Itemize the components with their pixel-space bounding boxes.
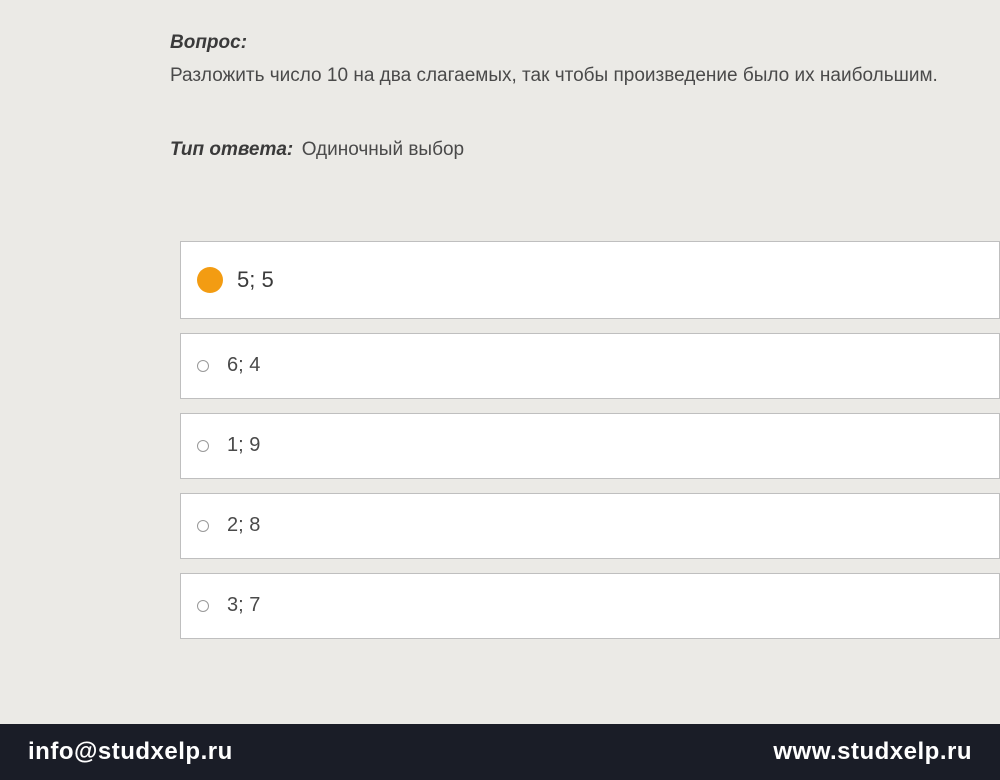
option-text: 2; 8	[227, 514, 260, 537]
radio-unselected-icon	[197, 440, 209, 452]
answer-type-section: Тип ответа: Одиночный выбор	[0, 91, 1000, 161]
option-row-4[interactable]: 3; 7	[180, 573, 1000, 639]
question-text: Разложить число 10 на два слагаемых, так…	[170, 62, 1000, 91]
answer-type-value: Одиночный выбор	[302, 139, 464, 160]
content-area: Вопрос: Разложить число 10 на два слагае…	[0, 0, 1000, 730]
radio-unselected-icon	[197, 360, 209, 372]
options-container: 5; 5 6; 4 1; 9 2; 8 3; 7	[0, 241, 1000, 639]
option-text: 5; 5	[237, 267, 274, 293]
radio-unselected-icon	[197, 520, 209, 532]
footer-url: www.studxelp.ru	[773, 738, 972, 766]
option-text: 6; 4	[227, 354, 260, 377]
option-text: 3; 7	[227, 594, 260, 617]
option-text: 1; 9	[227, 434, 260, 457]
option-row-2[interactable]: 1; 9	[180, 413, 1000, 479]
footer-bar: info@studxelp.ru www.studxelp.ru	[0, 724, 1000, 780]
question-label: Вопрос:	[170, 32, 1000, 54]
radio-selected-icon	[197, 267, 223, 293]
radio-unselected-icon	[197, 600, 209, 612]
option-row-1[interactable]: 6; 4	[180, 333, 1000, 399]
answer-type-label: Тип ответа:	[170, 139, 293, 160]
footer-email: info@studxelp.ru	[28, 738, 233, 766]
option-row-3[interactable]: 2; 8	[180, 493, 1000, 559]
option-row-0[interactable]: 5; 5	[180, 241, 1000, 319]
question-section: Вопрос: Разложить число 10 на два слагае…	[0, 0, 1000, 91]
